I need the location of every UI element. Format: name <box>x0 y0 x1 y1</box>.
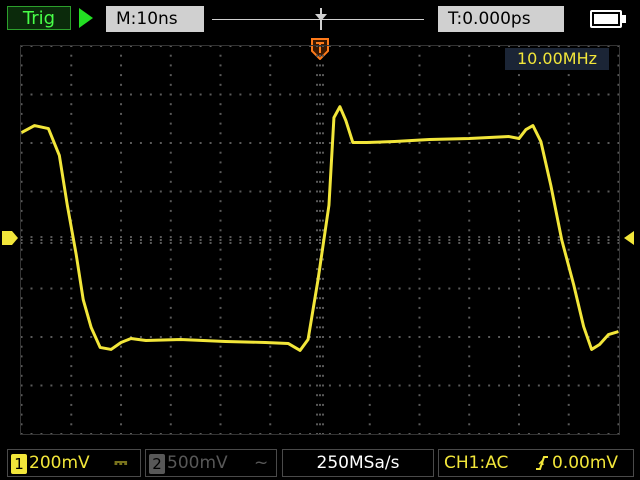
ch2-scale: 500mV <box>167 453 228 473</box>
waveform-display[interactable] <box>20 45 620 435</box>
top-status-bar: Trig M:10ns T:0.000ps <box>0 0 640 38</box>
ac-coupling-icon: ~ <box>254 453 269 473</box>
dc-coupling-icon: ⎓ <box>114 453 128 473</box>
ch1-scale-box[interactable]: 1 200mV ⎓ <box>7 449 141 477</box>
graticule <box>21 46 619 434</box>
bottom-status-bar: 1 200mV ⎓ 2 500mV ~ 250MSa/s CH1:AC 0.00… <box>0 446 640 480</box>
run-icon[interactable] <box>79 8 93 28</box>
ch1-scale: 200mV <box>29 453 90 473</box>
rising-edge-icon <box>536 456 548 470</box>
horizontal-position-slider[interactable] <box>210 6 430 32</box>
sample-rate: 250MSa/s <box>282 449 434 477</box>
trigger-source: CH1:AC <box>444 453 509 473</box>
ch2-scale-box[interactable]: 2 500mV ~ <box>145 449 277 477</box>
battery-icon <box>590 10 628 30</box>
ch2-number-badge: 2 <box>149 454 165 474</box>
trigger-settings[interactable]: CH1:AC 0.00mV <box>438 449 634 477</box>
ch1-level-marker-icon[interactable] <box>2 231 18 245</box>
frequency-readout: 10.00MHz <box>505 48 609 70</box>
trigger-level: 0.00mV <box>552 453 619 473</box>
trigger-level-marker-icon[interactable] <box>624 231 638 245</box>
trigger-time-readout[interactable]: T:0.000ps <box>438 6 564 32</box>
trigger-position-marker-icon[interactable] <box>314 8 328 30</box>
trigger-status: Trig <box>7 6 71 30</box>
ch1-number-badge: 1 <box>11 454 27 474</box>
timebase-readout[interactable]: M:10ns <box>106 6 204 32</box>
